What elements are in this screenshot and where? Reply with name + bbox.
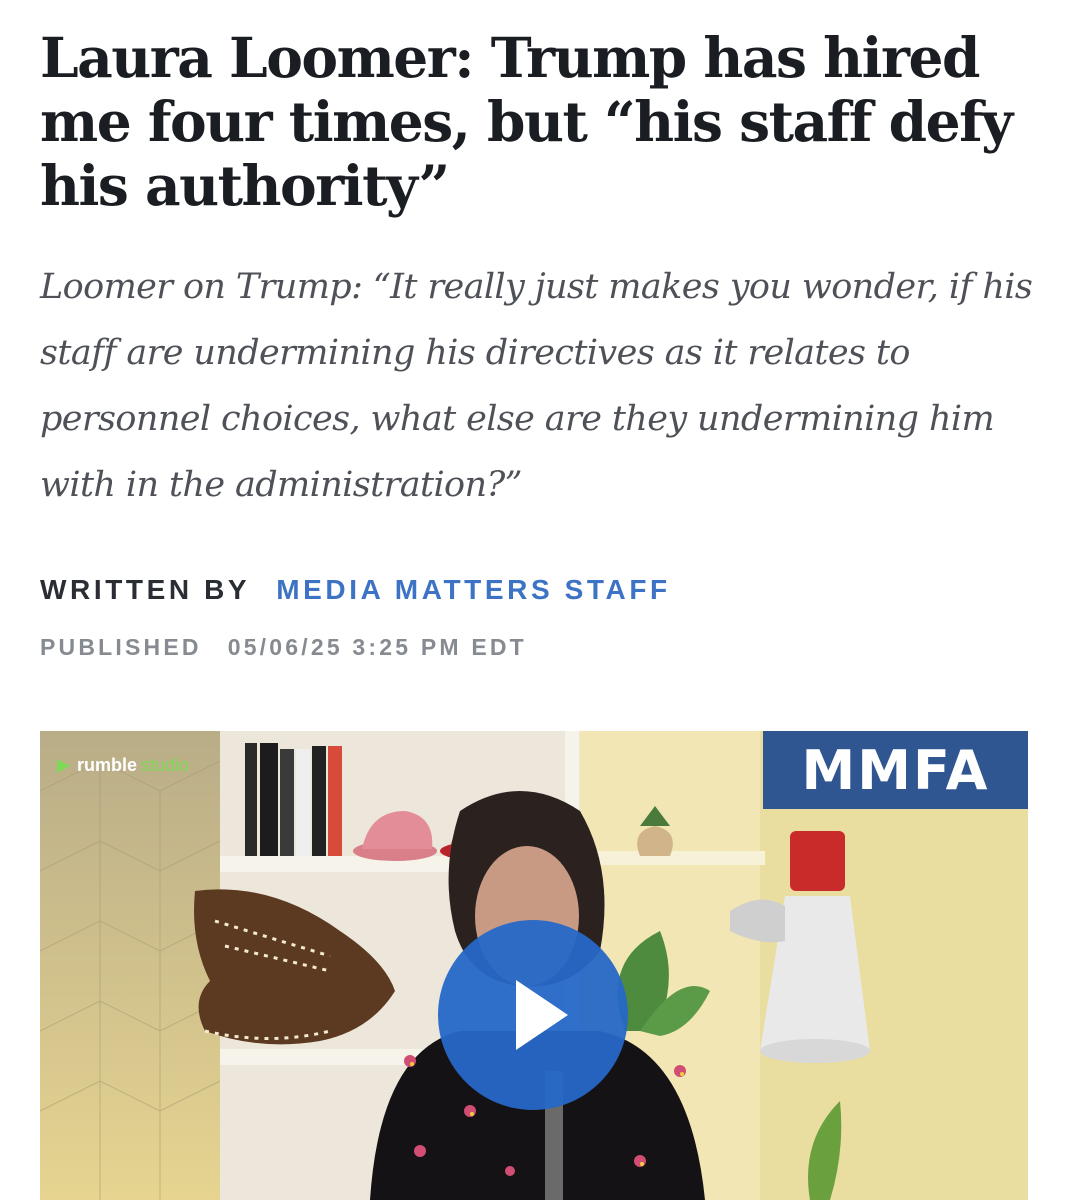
published-line: PUBLISHED 05/06/25 3:25 PM EDT — [40, 634, 527, 661]
published-label: PUBLISHED — [40, 634, 202, 660]
article-headline: Laura Loomer: Trump has hired me four ti… — [40, 25, 1013, 218]
play-icon — [516, 980, 568, 1050]
play-button[interactable] — [438, 920, 628, 1110]
article-dek: Loomer on Trump: “It really just makes y… — [40, 267, 1033, 505]
rumble-studio-logo: rumble studio — [54, 755, 189, 776]
byline: WRITTEN BY MEDIA MATTERS STAFF — [40, 574, 671, 606]
video-player[interactable]: rumble studio MMFA — [40, 731, 1028, 1200]
written-by-label: WRITTEN BY — [40, 574, 251, 605]
rumble-brand-suffix: studio — [141, 755, 190, 775]
mmfa-badge: MMFA — [763, 731, 1028, 809]
author-link[interactable]: MEDIA MATTERS STAFF — [276, 574, 671, 605]
published-date: 05/06/25 3:25 PM EDT — [227, 634, 527, 660]
rumble-play-icon — [57, 758, 70, 773]
rumble-brand-name: rumble — [77, 755, 138, 775]
